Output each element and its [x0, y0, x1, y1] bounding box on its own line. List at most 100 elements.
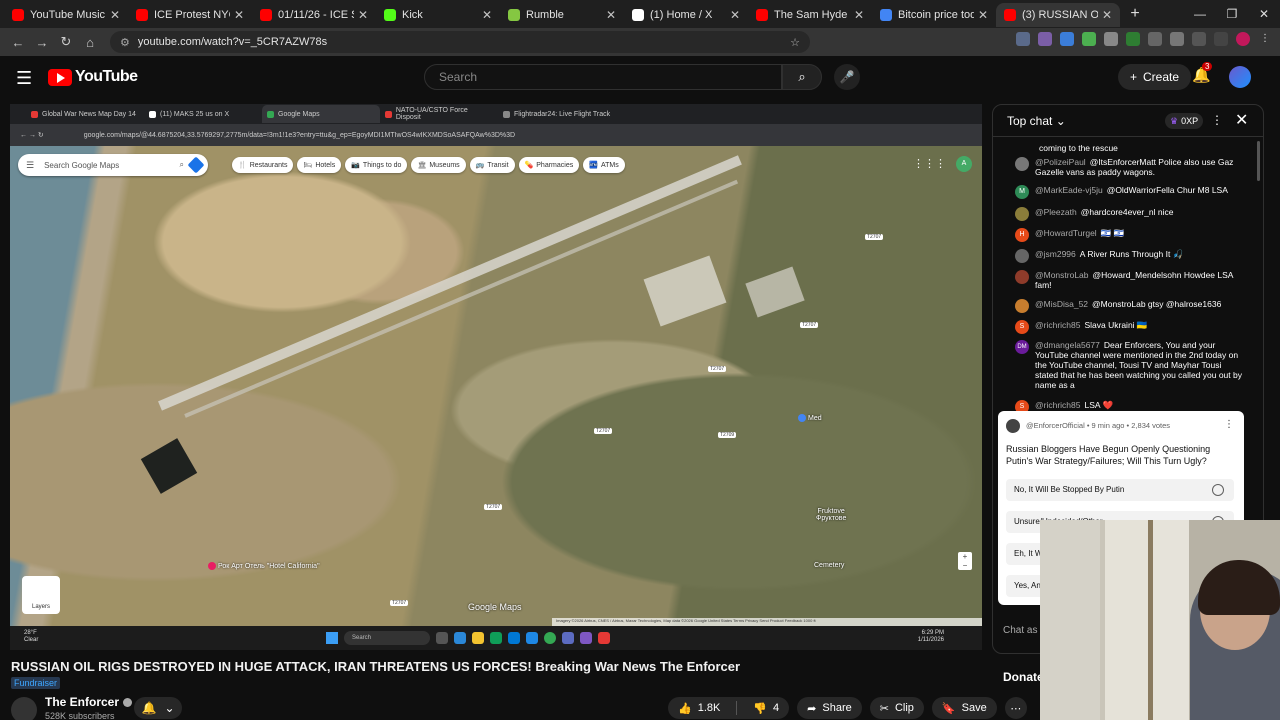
user-avatar[interactable]: DM	[1015, 340, 1029, 354]
user-avatar[interactable]	[1015, 270, 1029, 284]
close-chat-icon[interactable]: ✕	[1235, 110, 1248, 130]
browser-tab[interactable]: Kick ✕	[376, 3, 500, 27]
browser-menu-icon[interactable]: ⋮	[1258, 32, 1272, 46]
extension-icon[interactable]	[1148, 32, 1162, 46]
extension-icon[interactable]	[1104, 32, 1118, 46]
close-tab-icon[interactable]: ✕	[358, 8, 368, 22]
close-tab-icon[interactable]: ✕	[854, 8, 864, 22]
close-tab-icon[interactable]: ✕	[606, 8, 616, 22]
user-avatar[interactable]	[1015, 207, 1029, 221]
close-tab-icon[interactable]: ✕	[730, 8, 740, 22]
address-bar[interactable]: ⚙ youtube.com/watch?v=_5CR7AZW78s ☆	[110, 31, 810, 53]
place-label: Рок Арт Отель "Hotel California"	[218, 562, 320, 570]
hamburger-menu-icon[interactable]: ☰	[16, 68, 32, 89]
browser-tab[interactable]: ICE Protest NYC LA ✕	[128, 3, 252, 27]
map-place-cemetery: Cemetery	[814, 562, 844, 569]
search-input[interactable]: Search	[424, 64, 782, 90]
chat-scrollbar[interactable]	[1255, 141, 1261, 401]
extension-icon[interactable]	[1170, 32, 1184, 46]
message-author[interactable]: @jsm2996	[1035, 249, 1076, 259]
user-avatar[interactable]	[1015, 249, 1029, 263]
search-icon: ⌕	[798, 69, 806, 84]
share-button[interactable]: ➦ Share	[797, 697, 862, 719]
donate-button[interactable]: Donate	[992, 662, 1044, 692]
minimize-icon[interactable]: —	[1184, 7, 1216, 21]
scrollbar-thumb[interactable]	[1257, 141, 1260, 181]
message-author[interactable]: @Pleezath	[1035, 207, 1077, 217]
message-author[interactable]: @MarkEade-vj5ju	[1035, 185, 1103, 195]
thumbs-up-icon: 👍	[678, 702, 692, 715]
close-tab-icon[interactable]: ✕	[1102, 8, 1112, 22]
like-button[interactable]: 👍 1.8K	[668, 697, 730, 719]
message-author[interactable]: @richrich85	[1035, 400, 1080, 410]
extension-icon[interactable]	[1192, 32, 1206, 46]
more-actions-button[interactable]: ⋯	[1004, 697, 1027, 719]
tab-favicon-icon	[31, 110, 38, 118]
search-button[interactable]: ⌕	[782, 64, 822, 90]
browser-tab[interactable]: YouTube Music ✕	[4, 3, 128, 27]
road-label: T2707	[800, 322, 819, 328]
back-icon[interactable]: ←	[6, 35, 30, 50]
voice-search-button[interactable]: 🎤	[834, 64, 860, 90]
youtube-logo[interactable]: YouTube	[48, 68, 138, 86]
browser-tab[interactable]: (1) Home / X ✕	[624, 3, 748, 27]
user-avatar[interactable]	[1015, 299, 1029, 313]
message-author[interactable]: @PolizeiPaul	[1035, 157, 1086, 167]
extension-icon[interactable]	[1060, 32, 1074, 46]
create-button[interactable]: + Create	[1118, 64, 1192, 90]
notifications-button[interactable]: 🔔 3	[1192, 62, 1213, 84]
new-tab-icon[interactable]: +	[1124, 5, 1146, 23]
site-info-icon[interactable]: ⚙	[120, 36, 130, 49]
microphone-icon: 🎤	[839, 70, 855, 84]
logo-text: YouTube	[75, 68, 138, 85]
poll-menu-icon[interactable]: ⋮	[1224, 419, 1234, 430]
close-tab-icon[interactable]: ✕	[978, 8, 988, 22]
xp-badge[interactable]: ♛ 0XP	[1165, 113, 1204, 129]
extension-icon[interactable]	[1126, 32, 1140, 46]
message-author[interactable]: @MisDisa_52	[1035, 299, 1088, 309]
home-icon[interactable]: ⌂	[78, 35, 102, 50]
message-author[interactable]: @MonstroLab	[1035, 270, 1089, 280]
save-button[interactable]: 🔖 Save	[931, 697, 997, 719]
forward-icon[interactable]: →	[30, 35, 54, 50]
share-label: Share	[822, 702, 852, 714]
user-avatar[interactable]	[1015, 157, 1029, 171]
channel-avatar[interactable]	[11, 697, 37, 720]
fundraiser-badge[interactable]: Fundraiser	[11, 677, 61, 689]
profile-avatar[interactable]	[1236, 32, 1250, 46]
user-avatar[interactable]: H	[1015, 228, 1029, 242]
close-tab-icon[interactable]: ✕	[482, 8, 492, 22]
message-author[interactable]: @dmangela5677	[1035, 340, 1100, 350]
maximize-icon[interactable]: ❐	[1216, 7, 1248, 21]
subscription-button[interactable]: 🔔 ⌄	[134, 697, 182, 719]
poll-option[interactable]: No, It Will Be Stopped By Putin	[1006, 479, 1234, 501]
chat-mode-dropdown[interactable]: Top chat ⌄	[1007, 114, 1066, 128]
message-author[interactable]: @richrich85	[1035, 320, 1080, 330]
browser-tab[interactable]: The Sam Hyde Show ✕	[748, 3, 872, 27]
extension-icon[interactable]	[1016, 32, 1030, 46]
close-window-icon[interactable]: ✕	[1248, 7, 1280, 21]
chat-menu-icon[interactable]: ⋮	[1211, 113, 1223, 127]
browser-tab[interactable]: Bitcoin price today, B ✕	[872, 3, 996, 27]
video-player[interactable]: Global War News Map Day 14 (11) MAKS 25 …	[10, 104, 982, 650]
chat-message: @Pleezath @hardcore4ever_nl nice	[1005, 207, 1245, 221]
history-icon[interactable]	[1214, 32, 1228, 46]
chat-message: DM @dmangela5677 Dear Enforcers, You and y…	[1005, 340, 1245, 390]
dislike-button[interactable]: 👎 4	[743, 697, 789, 719]
close-tab-icon[interactable]: ✕	[110, 8, 120, 22]
clip-button[interactable]: ✂ Clip	[869, 697, 924, 719]
extension-icon[interactable]	[1082, 32, 1096, 46]
account-avatar[interactable]	[1229, 66, 1251, 88]
extension-icon[interactable]	[1038, 32, 1052, 46]
map-place-fruktove: Fruktove Фруктове	[816, 508, 846, 522]
browser-tab[interactable]: Rumble ✕	[500, 3, 624, 27]
channel-name[interactable]: The Enforcer	[45, 695, 133, 709]
browser-tab[interactable]: 01/11/26 - ICE Shooti ✕	[252, 3, 376, 27]
user-avatar[interactable]: S	[1015, 320, 1029, 334]
bookmark-star-icon[interactable]: ☆	[790, 36, 800, 49]
browser-tab-active[interactable]: (3) RUSSIAN OIL ✕	[996, 3, 1120, 27]
user-avatar[interactable]: M	[1015, 185, 1029, 199]
reload-icon[interactable]: ↻	[54, 34, 78, 50]
message-author[interactable]: @HowardTurgel	[1035, 228, 1097, 238]
close-tab-icon[interactable]: ✕	[234, 8, 244, 22]
